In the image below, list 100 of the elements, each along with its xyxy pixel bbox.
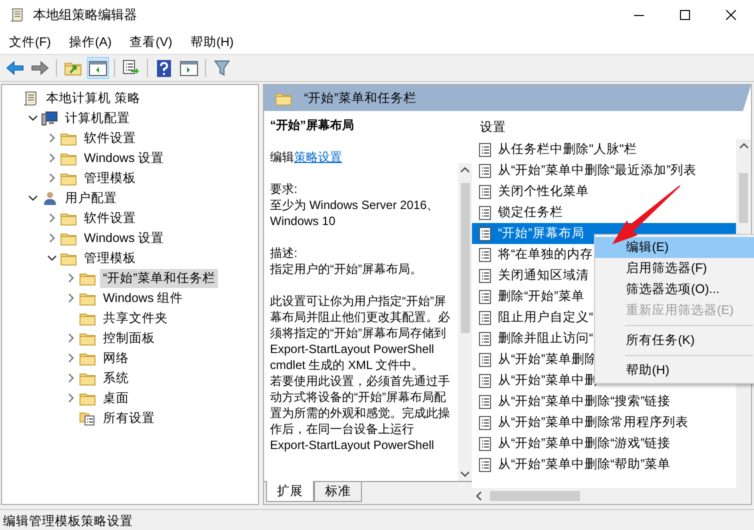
setting-icon bbox=[478, 374, 492, 388]
setting-icon bbox=[478, 226, 492, 240]
filter-icon bbox=[214, 60, 230, 76]
setting-icon bbox=[478, 248, 492, 262]
user-icon bbox=[41, 190, 58, 206]
scrollbar[interactable] bbox=[458, 163, 472, 481]
column-header[interactable]: 设置 bbox=[472, 111, 751, 139]
view-tab[interactable]: 标准 bbox=[314, 482, 362, 502]
description-text: 此设置可让你为用户指定“开始”屏幕布局并阻止他们更改其配置。必须将指定的“开始”屏幕布局存储到 Export-StartLayout PowerShell cmdlet 生成的 XML 文件中。 bbox=[270, 293, 451, 373]
setting-row[interactable]: 锁定任务栏 bbox=[472, 202, 565, 223]
close-icon bbox=[726, 10, 736, 20]
requirements-label: 要求: bbox=[270, 181, 298, 197]
setting-icon bbox=[478, 394, 492, 408]
context-menu-item[interactable]: 所有任务(K) bbox=[595, 330, 754, 351]
setting-row[interactable]: 阻止用户自定义“ bbox=[472, 307, 596, 328]
setting-icon bbox=[478, 352, 492, 366]
tree-item[interactable]: 网络 bbox=[100, 348, 132, 368]
tree-item[interactable]: 管理模板 bbox=[81, 248, 139, 268]
export-list-icon bbox=[122, 60, 140, 76]
menu-item[interactable]: 文件(F) bbox=[0, 31, 60, 53]
header-title: “开始”菜单和任务栏 bbox=[304, 90, 416, 106]
folder-icon bbox=[79, 370, 96, 386]
tree-item[interactable]: 软件设置 bbox=[81, 128, 139, 148]
tree-item[interactable]: Windows 设置 bbox=[81, 228, 168, 248]
setting-row[interactable]: 删除“开始”菜单 bbox=[472, 286, 586, 307]
tree-item[interactable]: 共享文件夹 bbox=[100, 308, 171, 328]
help-icon bbox=[157, 60, 171, 76]
computer-icon bbox=[41, 110, 58, 126]
setting-row[interactable]: 关闭通知区域清 bbox=[472, 265, 591, 286]
setting-row[interactable]: 从“开始”菜单中删除“搜索”链接 bbox=[472, 391, 673, 412]
app-icon bbox=[9, 7, 25, 23]
horizontal-scrollbar[interactable] bbox=[472, 488, 751, 504]
setting-row[interactable]: 关闭个性化菜单 bbox=[472, 181, 591, 202]
setting-title: “开始”屏幕布局 bbox=[270, 117, 355, 133]
scroll-thumb[interactable] bbox=[739, 173, 748, 223]
view-tab[interactable]: 扩展 bbox=[266, 481, 314, 502]
context-menu-item[interactable]: 帮助(H) bbox=[595, 360, 754, 381]
folder-icon bbox=[275, 90, 292, 106]
setting-row[interactable]: 从“开始”菜单中删除“最近添加”列表 bbox=[472, 160, 699, 181]
setting-icon bbox=[478, 310, 492, 324]
tree-item[interactable]: Windows 组件 bbox=[100, 288, 186, 308]
folder-icon bbox=[60, 210, 77, 226]
menu-item[interactable]: 帮助(H) bbox=[181, 31, 243, 53]
expanded-chevron-icon[interactable] bbox=[28, 113, 38, 123]
folder-icon bbox=[79, 290, 96, 306]
setting-icon bbox=[478, 436, 492, 450]
tree-item[interactable]: 控制面板 bbox=[100, 328, 158, 348]
tree-item[interactable]: 管理模板 bbox=[81, 168, 139, 188]
tree-pane-icon bbox=[89, 60, 107, 76]
setting-row[interactable]: 从“开始”菜单中删除常用程序列表 bbox=[472, 412, 690, 433]
setting-icon bbox=[478, 416, 492, 430]
summary-text: 指定用户的“开始”屏幕布局。 bbox=[270, 261, 423, 277]
setting-icon bbox=[478, 164, 492, 178]
back-arrow-icon bbox=[6, 61, 24, 75]
tree-item[interactable]: “开始”菜单和任务栏 bbox=[100, 268, 218, 288]
setting-row[interactable]: 从“开始”菜单中删除“帮助”菜单 bbox=[472, 454, 673, 475]
folder-up-icon bbox=[64, 60, 82, 76]
setting-row[interactable]: 从“开始”菜单中删除“游戏”链接 bbox=[472, 433, 673, 454]
expanded-chevron-icon[interactable] bbox=[47, 253, 57, 263]
tree-item[interactable]: 计算机配置 bbox=[62, 108, 133, 128]
tree-item[interactable]: 所有设置 bbox=[100, 408, 158, 428]
setting-icon bbox=[478, 206, 492, 220]
setting-row[interactable]: 将“在单独的内存 bbox=[472, 244, 596, 265]
settings-list-icon bbox=[79, 410, 96, 426]
tree-item[interactable]: 软件设置 bbox=[81, 208, 139, 228]
folder-icon bbox=[60, 150, 77, 166]
setting-row[interactable]: 从任务栏中删除"人脉"栏 bbox=[472, 139, 639, 160]
tree-item[interactable]: 系统 bbox=[100, 368, 132, 388]
tree-item[interactable]: 用户配置 bbox=[62, 188, 120, 208]
toolbar-button[interactable] bbox=[87, 57, 109, 79]
setting-icon bbox=[478, 332, 492, 346]
folder-icon bbox=[79, 310, 96, 326]
setting-row[interactable]: 删除并阻止访问“ bbox=[472, 328, 596, 349]
menu-item[interactable]: 操作(A) bbox=[60, 31, 121, 53]
folder-icon bbox=[79, 390, 96, 406]
expanded-chevron-icon[interactable] bbox=[28, 193, 38, 203]
menu-item[interactable]: 查看(V) bbox=[120, 31, 182, 53]
setting-icon bbox=[478, 290, 492, 304]
folder-icon bbox=[60, 250, 77, 266]
scroll-thumb[interactable] bbox=[460, 183, 470, 333]
folder-icon bbox=[60, 170, 77, 186]
folder-icon bbox=[60, 230, 77, 246]
folder-icon bbox=[79, 270, 96, 286]
context-menu-item[interactable]: 编辑(E) bbox=[595, 237, 754, 258]
tree-item[interactable]: Windows 设置 bbox=[81, 148, 168, 168]
context-menu-item[interactable]: 启用筛选器(F) bbox=[595, 258, 754, 279]
action-pane-icon bbox=[180, 60, 198, 76]
setting-icon bbox=[478, 268, 492, 282]
policy-settings-link[interactable]: 策略设置 bbox=[294, 150, 342, 164]
setting-icon bbox=[478, 142, 492, 156]
folder-icon bbox=[79, 330, 96, 346]
status-text: 编辑管理模板策略设置 bbox=[0, 509, 754, 530]
edit-text: 编辑 bbox=[270, 150, 294, 164]
description-text: 若要使用此设置，必须首先通过手动方式将设备的“开始”屏幕布局配置为所需的外观和感觉。完成此操作后，在同一台设备上运行 Export-StartLayout PowerShell bbox=[270, 373, 451, 453]
context-menu-item[interactable]: 筛选器选项(O)... bbox=[595, 279, 754, 300]
setting-icon bbox=[478, 184, 492, 198]
tree-item[interactable]: 本地计算机 策略 bbox=[43, 88, 144, 108]
tree-item[interactable]: 桌面 bbox=[100, 388, 132, 408]
setting-icon bbox=[478, 458, 492, 472]
scroll-icon bbox=[22, 90, 39, 106]
